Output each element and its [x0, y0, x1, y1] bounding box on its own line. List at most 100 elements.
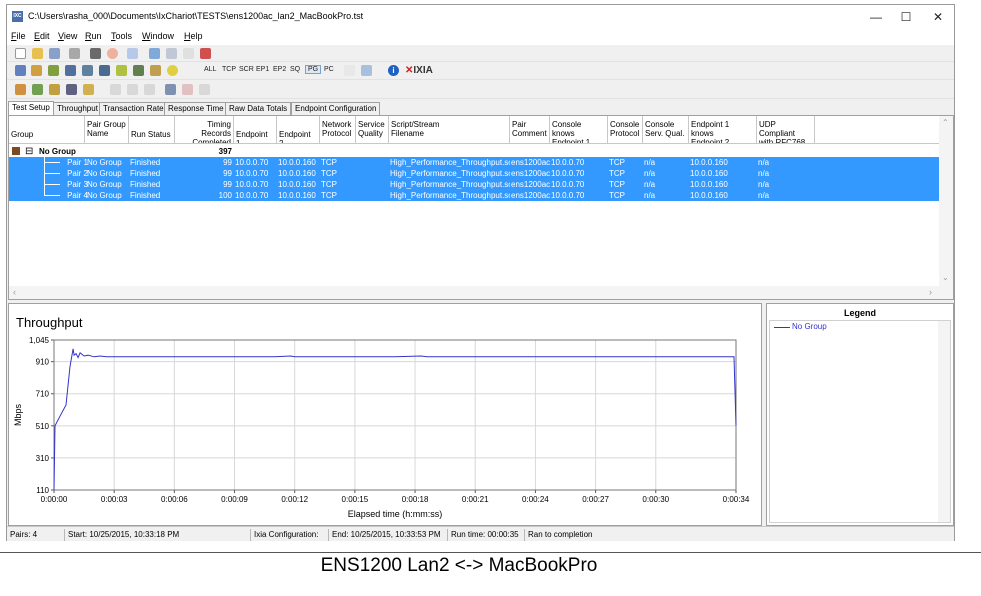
table-vertical-scrollbar[interactable]: ⌃ ⌄: [939, 116, 953, 299]
disabled-tool-3-icon: [144, 84, 155, 95]
delete-icon[interactable]: [200, 48, 211, 59]
column-header-run-status[interactable]: Run Status: [129, 116, 175, 144]
copy-icon[interactable]: [166, 48, 177, 59]
disabled-tool-2-icon: [127, 84, 138, 95]
legend-item-no-group[interactable]: No Group: [792, 322, 827, 331]
tab-endpoint-configuration[interactable]: Endpoint Configuration: [291, 102, 381, 115]
table-horizontal-scrollbar[interactable]: ‹ ›: [9, 286, 940, 299]
filter-sq[interactable]: SQ: [290, 66, 300, 73]
video-icon[interactable]: [83, 84, 94, 95]
scroll-left-icon[interactable]: ‹: [13, 287, 16, 297]
legend-scrollbar[interactable]: [938, 321, 950, 522]
group-icon[interactable]: [31, 65, 42, 76]
x-tick-label: 0:00:18: [402, 495, 429, 504]
column-header-udp-compliant[interactable]: UDP Compliant with RFC768: [757, 116, 815, 144]
filter-scr[interactable]: SCR: [239, 66, 254, 73]
column-header-endpoint-1[interactable]: Endpoint 1: [234, 116, 277, 144]
tab-raw-data-totals[interactable]: Raw Data Totals: [225, 102, 292, 115]
menu-edit[interactable]: Edit: [34, 31, 50, 41]
filter-all[interactable]: ALL: [204, 66, 216, 73]
filter-pg[interactable]: PG: [305, 65, 322, 74]
column-header-console-knows-ep1[interactable]: Console knows Endpoint 1: [550, 116, 608, 144]
table-row[interactable]: Pair 2 No Group Finished 99 10.0.0.70 10.0.0.…: [9, 168, 940, 179]
cell-records: 99: [223, 169, 232, 178]
options-icon[interactable]: [116, 65, 127, 76]
voip-icon[interactable]: [66, 84, 77, 95]
window-icon[interactable]: [127, 48, 138, 59]
menu-window[interactable]: Window: [142, 31, 174, 41]
filter-ep2[interactable]: EP2: [273, 66, 286, 73]
endpoint-icon[interactable]: [48, 65, 59, 76]
table-row[interactable]: Pair 3 No Group Finished 99 10.0.0.70 10.0.0.…: [9, 179, 940, 190]
pair-group-icon[interactable]: [15, 84, 26, 95]
add-pair-icon[interactable]: [149, 48, 160, 59]
print-icon[interactable]: [69, 48, 80, 59]
menu-view[interactable]: View: [58, 31, 77, 41]
export-icon[interactable]: [344, 65, 355, 76]
column-header-group[interactable]: Group: [9, 116, 85, 144]
swap-icon[interactable]: [165, 84, 176, 95]
new-file-icon[interactable]: [15, 48, 26, 59]
column-header-service-quality[interactable]: Service Quality: [356, 116, 389, 144]
column-header-console-protocol[interactable]: Console Protocol: [608, 116, 643, 144]
filter-tcp[interactable]: TCP: [222, 66, 236, 73]
menu-run[interactable]: Run: [85, 31, 102, 41]
chart-icon[interactable]: [133, 65, 144, 76]
scroll-down-icon[interactable]: ⌄: [942, 273, 949, 282]
scroll-up-icon[interactable]: ⌃: [942, 118, 949, 127]
save-icon[interactable]: [49, 48, 60, 59]
filter-pc[interactable]: PC: [324, 66, 334, 73]
tab-response-time[interactable]: Response Time: [164, 102, 228, 115]
x-tick-label: 0:00:03: [101, 495, 128, 504]
menu-tools[interactable]: Tools: [111, 31, 132, 41]
scroll-right-icon[interactable]: ›: [929, 287, 932, 297]
minimize-button[interactable]: —: [862, 8, 890, 26]
column-header-console-serv-qual[interactable]: Console Serv. Qual.: [643, 116, 689, 144]
edit-pair-icon[interactable]: [82, 65, 93, 76]
import-icon[interactable]: [361, 65, 372, 76]
table-row[interactable]: Pair 4 No Group Finished 100 10.0.0.70 10.0.0…: [9, 190, 940, 201]
run-icon[interactable]: [90, 48, 101, 59]
tab-throughput[interactable]: Throughput: [53, 102, 102, 115]
tree-line: [44, 179, 45, 190]
x-tick-label: 0:00:00: [41, 495, 68, 504]
pair-icon[interactable]: [15, 65, 26, 76]
menu-help[interactable]: Help: [184, 31, 203, 41]
maximize-button[interactable]: ☐: [892, 8, 920, 26]
column-header-network-protocol[interactable]: Network Protocol: [320, 116, 356, 144]
tab-transaction-rate[interactable]: Transaction Rate: [99, 102, 168, 115]
cell-status: Finished: [130, 169, 161, 178]
filter-ep1[interactable]: EP1: [256, 66, 269, 73]
column-header-script-filename[interactable]: Script/Stream Filename: [389, 116, 510, 144]
x-tick-label: 0:00:06: [161, 495, 188, 504]
stop-icon[interactable]: [107, 48, 118, 59]
info-icon[interactable]: i: [388, 65, 399, 76]
report-icon[interactable]: [150, 65, 161, 76]
window-title: C:\Users\rasha_000\Documents\IxChariot\T…: [28, 11, 364, 21]
cell-ep1: 10.0.0.70: [235, 191, 269, 200]
cell-records: 100: [218, 191, 232, 200]
column-header-timing-records[interactable]: Timing Records Completed: [175, 116, 234, 144]
y-tick-label: 310: [36, 454, 50, 463]
network-icon[interactable]: [65, 65, 76, 76]
column-header-ep1-knows-ep2[interactable]: Endpoint 1 knows Endpoint 2: [689, 116, 757, 144]
paste-icon[interactable]: [183, 48, 194, 59]
x-tick-label: 0:00:30: [642, 495, 669, 504]
close-button[interactable]: ✕: [924, 8, 952, 26]
column-header-pair-group-name[interactable]: Pair Group Name: [85, 116, 129, 144]
hint-icon[interactable]: [167, 65, 178, 76]
cell-ep1-knows-ep2: 10.0.0.160: [690, 191, 728, 200]
script-icon[interactable]: [99, 65, 110, 76]
collapse-icon[interactable]: ⊟: [25, 146, 33, 157]
y-axis-label: Mbps: [13, 404, 23, 427]
group-row[interactable]: ⊟ No Group 397: [9, 146, 940, 157]
column-header-endpoint-2[interactable]: Endpoint 2: [277, 116, 320, 144]
cell-status: Finished: [130, 191, 161, 200]
menu-file[interactable]: File: [11, 31, 26, 41]
open-folder-icon[interactable]: [32, 48, 43, 59]
tab-test-setup[interactable]: Test Setup: [8, 101, 54, 115]
multicast-icon[interactable]: [32, 84, 43, 95]
column-header-pair-comment[interactable]: Pair Comment: [510, 116, 550, 144]
table-row[interactable]: Pair 1 No Group Finished 99 10.0.0.70 10.0.0.…: [9, 157, 940, 168]
hardware-icon[interactable]: [49, 84, 60, 95]
